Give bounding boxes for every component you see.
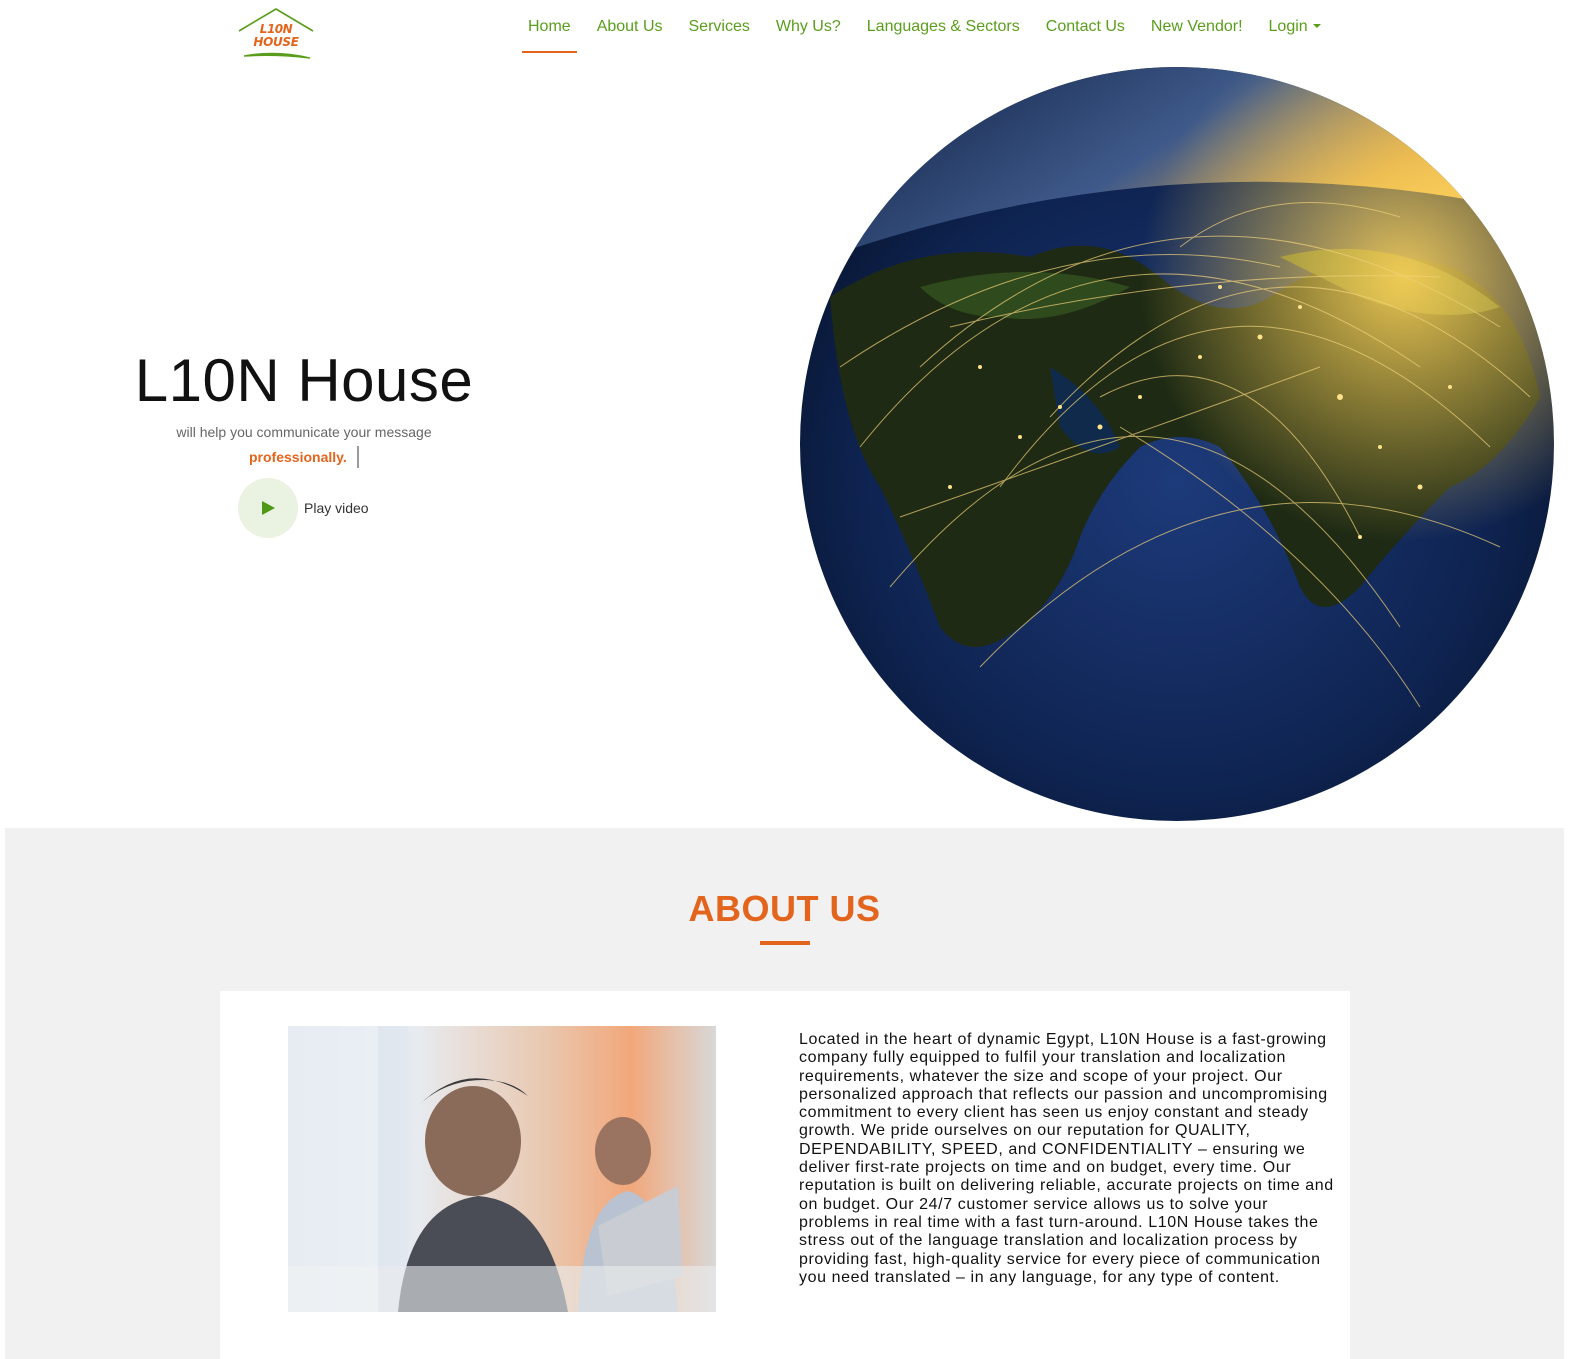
about-body-text: Located in the heart of dynamic Egypt, L… (799, 1031, 1334, 1286)
nav-why-us[interactable]: Why Us? (776, 0, 841, 56)
earth-network-globe-image (800, 67, 1554, 821)
typing-cursor (357, 446, 359, 468)
nav-languages-sectors[interactable]: Languages & Sectors (867, 0, 1020, 56)
hero-title: L10N House (134, 347, 474, 414)
about-section: ABOUT US Located in the heart of dynamic… (5, 828, 1564, 1359)
nav-about-us[interactable]: About Us (597, 0, 663, 56)
nav-about-us-label: About Us (596, 18, 663, 35)
nav-login-label: Login (1268, 18, 1308, 35)
nav-services[interactable]: Services (689, 0, 750, 56)
nav-home-label: Home (528, 18, 571, 35)
nav-new-vendor[interactable]: New Vendor! (1151, 0, 1243, 56)
brand-logo[interactable]: L10N HOUSE (236, 6, 316, 62)
play-video-button[interactable] (238, 478, 298, 538)
active-nav-underline (522, 51, 577, 53)
nav-why-us-label: Why Us? (775, 18, 841, 35)
hero-subtitle: will help you communicate your message (176, 424, 432, 440)
nav-contact-us-label: Contact Us (1045, 18, 1125, 35)
play-icon (262, 501, 275, 515)
caret-down-icon (1312, 24, 1321, 28)
hero-typed-word: professionally. (249, 449, 347, 465)
about-card: Located in the heart of dynamic Egypt, L… (220, 991, 1350, 1359)
play-video-label[interactable]: Play video (304, 500, 369, 516)
nav-languages-sectors-label: Languages & Sectors (866, 18, 1020, 35)
about-heading-rule (760, 941, 810, 945)
logo-text-house: HOUSE (253, 35, 299, 49)
main-nav: Home About Us Services Why Us? Languages… (522, 0, 1347, 56)
site-header: L10N HOUSE Home About Us Services Why Us… (0, 0, 1582, 70)
about-heading: ABOUT US (688, 888, 881, 929)
office-workers-photo (288, 1026, 716, 1312)
nav-login-dropdown[interactable]: Login (1269, 0, 1321, 56)
nav-new-vendor-label: New Vendor! (1150, 18, 1243, 35)
logo-text-l10n: L10N (259, 22, 293, 36)
nav-contact-us[interactable]: Contact Us (1046, 0, 1125, 56)
nav-services-label: Services (688, 18, 750, 35)
nav-home[interactable]: Home (522, 0, 577, 56)
